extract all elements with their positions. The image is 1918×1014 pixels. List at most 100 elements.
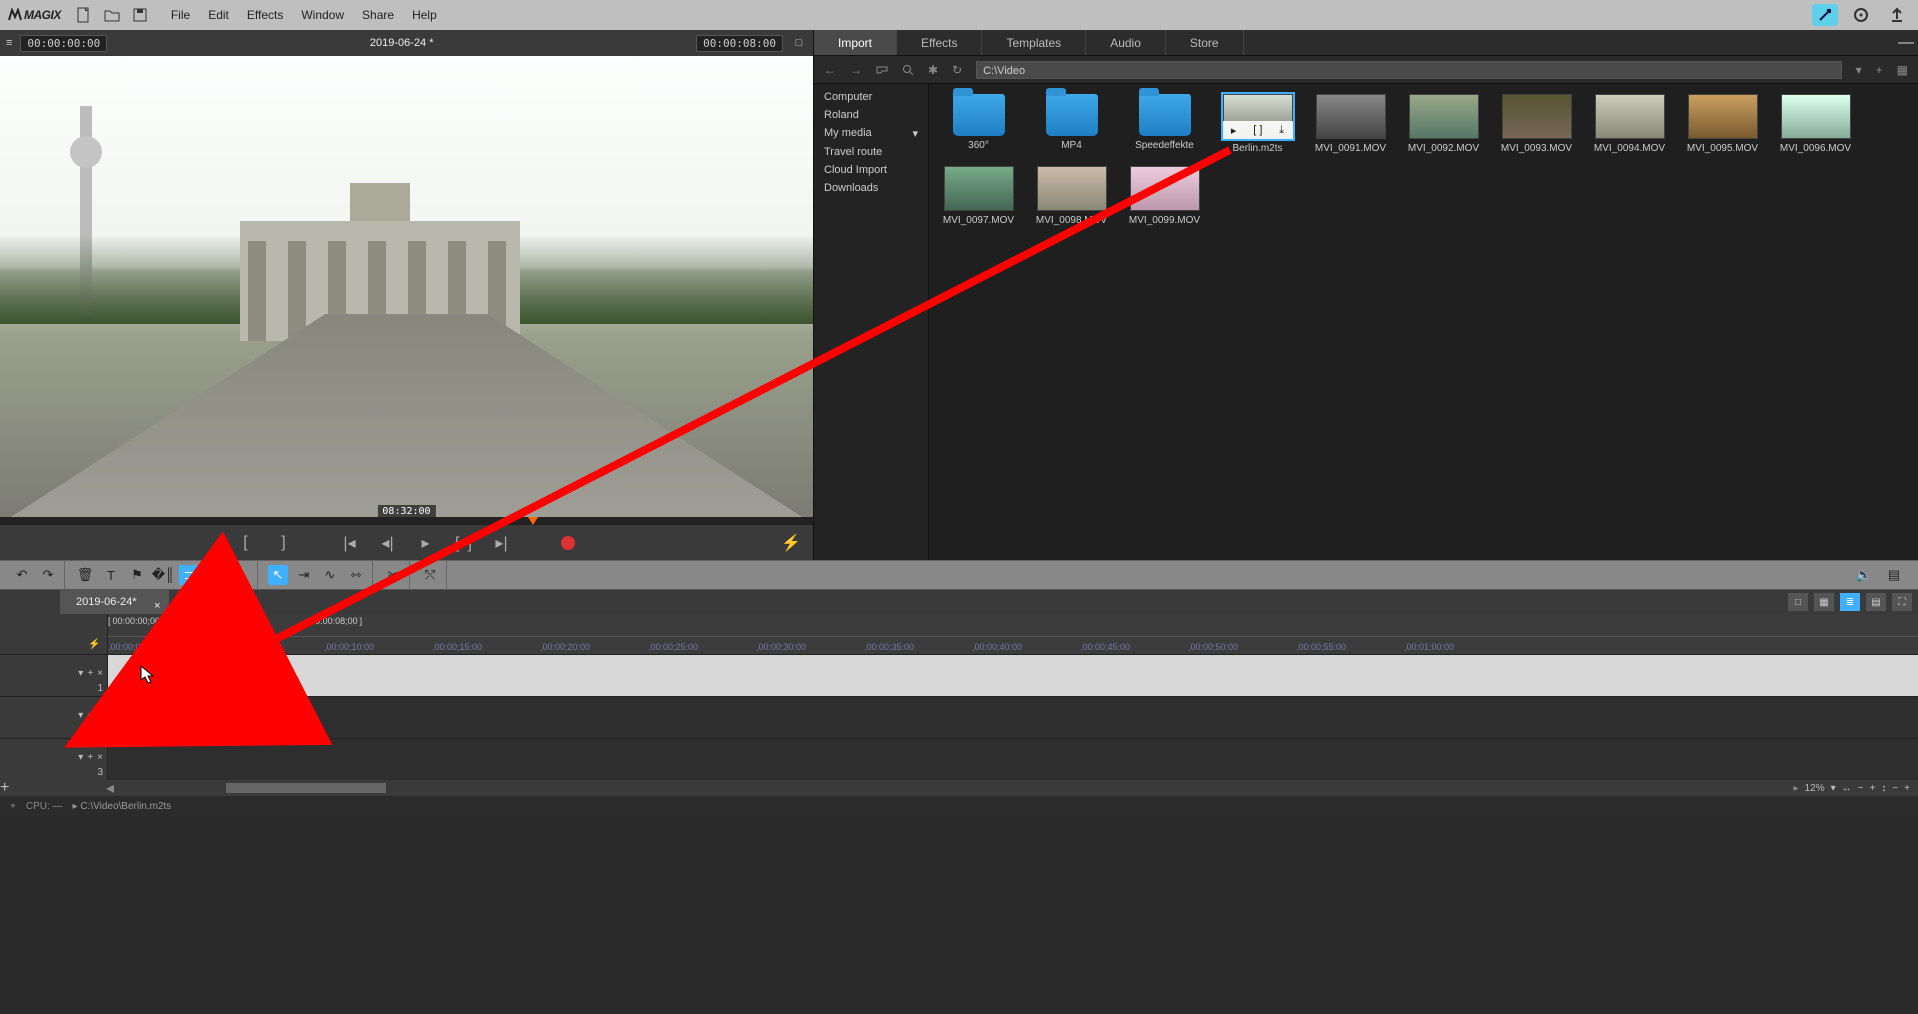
record-icon[interactable] xyxy=(558,533,578,553)
prev-frame-icon[interactable]: ◂| xyxy=(378,533,398,553)
clip-item[interactable]: ▸[ ]⤓Berlin.m2ts xyxy=(1220,94,1295,154)
mark-out-icon[interactable]: ] xyxy=(274,533,294,553)
delete-icon[interactable]: 🗑 xyxy=(75,565,95,585)
track-lane[interactable] xyxy=(108,739,1918,780)
mixer-icon[interactable]: ▤ xyxy=(1884,565,1904,585)
side-travel[interactable]: Travel route xyxy=(814,143,928,161)
play-range-icon[interactable]: [▸] xyxy=(454,533,474,553)
track-collapse-icon[interactable]: ▾ xyxy=(78,752,83,763)
track-add-icon[interactable]: + xyxy=(87,710,93,721)
tab-store[interactable]: Store xyxy=(1166,30,1244,55)
go-start-icon[interactable]: |◂ xyxy=(340,533,360,553)
clip-item[interactable]: MVI_0091.MOV xyxy=(1313,94,1388,154)
tab-effects[interactable]: Effects xyxy=(897,30,982,55)
view-multi-icon[interactable]: ▤ xyxy=(1866,593,1886,611)
side-mymedia[interactable]: My media▾ xyxy=(814,124,928,143)
side-roland[interactable]: Roland xyxy=(814,106,928,124)
undo-icon[interactable]: ↶ xyxy=(12,565,32,585)
new-doc-icon[interactable] xyxy=(75,6,93,24)
insert-icon[interactable]: ⤲ xyxy=(420,565,440,585)
project-tab[interactable]: 2019-06-24* × xyxy=(60,590,169,614)
clip-item[interactable]: MVI_0097.MOV xyxy=(941,166,1016,226)
nav-back-icon[interactable]: ← xyxy=(824,63,836,77)
gear-icon[interactable]: ✱ xyxy=(928,63,938,77)
folder-item[interactable]: Speedeffekte xyxy=(1127,94,1202,154)
left-timecode[interactable]: 00:00:00:00 xyxy=(20,35,107,52)
track-close-icon[interactable]: × xyxy=(97,710,103,721)
status-add-icon[interactable]: + xyxy=(10,801,16,812)
arrow-tool-icon[interactable]: ↖ xyxy=(268,565,288,585)
timeline-track[interactable]: ▾+×2 xyxy=(0,696,1918,738)
side-computer[interactable]: Computer xyxy=(814,88,928,106)
menu-help[interactable]: Help xyxy=(412,8,437,22)
timeline-track[interactable]: ▾+×3 xyxy=(0,738,1918,780)
add-track-icon[interactable]: + xyxy=(0,779,6,797)
redo-icon[interactable]: ↷ xyxy=(38,565,58,585)
clip-item[interactable]: MVI_0096.MOV xyxy=(1778,94,1853,154)
curve-tool-icon[interactable]: ∿ xyxy=(320,565,340,585)
track-close-icon[interactable]: × xyxy=(97,752,103,763)
track-lane[interactable] xyxy=(108,697,1918,738)
view-scene-icon[interactable]: □ xyxy=(1788,593,1808,611)
tab-audio[interactable]: Audio xyxy=(1086,30,1166,55)
track-close-icon[interactable]: × xyxy=(97,668,103,679)
open-folder-icon[interactable] xyxy=(103,6,121,24)
track-header[interactable]: ▾+×1 xyxy=(0,655,108,696)
disc-icon[interactable] xyxy=(1848,4,1874,26)
zoom-fit-h-icon[interactable]: ↔ xyxy=(1842,783,1852,794)
track-perf-icon[interactable]: ⚡ xyxy=(88,639,100,650)
panel-min-icon[interactable]: — xyxy=(1894,30,1918,55)
snap-icon[interactable]: ⊐ xyxy=(179,565,199,585)
mx-action-icon[interactable] xyxy=(1812,4,1838,26)
mark-in-icon[interactable]: [ xyxy=(236,533,256,553)
nav-fwd-icon[interactable]: → xyxy=(850,63,862,77)
folder-item[interactable]: 360° xyxy=(941,94,1016,154)
group-icon[interactable]: ∞ xyxy=(231,565,251,585)
zoom-out-v-icon[interactable]: − xyxy=(1892,783,1898,794)
clip-item[interactable]: MVI_0099.MOV xyxy=(1127,166,1202,226)
tab-templates[interactable]: Templates xyxy=(982,30,1086,55)
chapter-icon[interactable]: �║ xyxy=(153,565,173,585)
link-icon[interactable]: 🔗 xyxy=(205,565,225,585)
track-add-icon[interactable]: + xyxy=(87,752,93,763)
mute-icon[interactable]: 🔈 xyxy=(1854,565,1874,585)
zoom-pct[interactable]: 12% xyxy=(1805,783,1825,794)
zoom-in-v-icon[interactable]: + xyxy=(1904,783,1910,794)
track-header[interactable]: ▾+×3 xyxy=(0,739,108,780)
timeline-ruler[interactable]: [00:00:00;00 00:00:08;00] ,00:00;00:00,0… xyxy=(108,614,1918,654)
play-icon[interactable]: ▸ xyxy=(416,533,436,553)
right-timecode[interactable]: 00:00:08:00 xyxy=(696,35,783,52)
track-collapse-icon[interactable]: ▾ xyxy=(78,710,83,721)
cut-icon[interactable]: ✂ xyxy=(383,565,403,585)
add-tab-icon[interactable]: + ▾ xyxy=(169,596,200,609)
tab-import[interactable]: Import xyxy=(814,30,897,55)
menu-window[interactable]: Window xyxy=(301,8,344,22)
hamburger-icon[interactable]: ≡ xyxy=(6,37,12,49)
view-story-icon[interactable]: ▦ xyxy=(1814,593,1834,611)
menu-file[interactable]: File xyxy=(171,8,190,22)
go-end-icon[interactable]: ▸| xyxy=(492,533,512,553)
side-downloads[interactable]: Downloads xyxy=(814,179,928,197)
video-monitor[interactable]: 08:32:00 xyxy=(0,56,813,524)
save-icon[interactable] xyxy=(131,6,149,24)
path-field[interactable]: C:\Video xyxy=(976,61,1841,79)
clip-item[interactable]: MVI_0093.MOV xyxy=(1499,94,1574,154)
preview-close-icon[interactable]: □ xyxy=(791,37,807,49)
menu-effects[interactable]: Effects xyxy=(247,8,283,22)
folder-item[interactable]: MP4 xyxy=(1034,94,1109,154)
perf-icon[interactable]: ⚡ xyxy=(781,533,801,553)
nav-up-icon[interactable] xyxy=(876,64,888,76)
track-header[interactable]: ▾+×2 xyxy=(0,697,108,738)
menu-edit[interactable]: Edit xyxy=(208,8,229,22)
search-icon[interactable] xyxy=(902,64,914,76)
add-media-icon[interactable]: + xyxy=(1876,63,1883,77)
title-icon[interactable]: T xyxy=(101,565,121,585)
zoom-in-icon[interactable]: + xyxy=(1869,783,1875,794)
refresh-icon[interactable]: ↻ xyxy=(952,63,962,77)
upload-icon[interactable] xyxy=(1884,4,1910,26)
zoom-fit-v-icon[interactable]: ↕ xyxy=(1881,783,1886,794)
view-timeline-icon[interactable]: ≣ xyxy=(1840,593,1860,611)
zoom-out-icon[interactable]: − xyxy=(1858,783,1864,794)
clip-item[interactable]: MVI_0094.MOV xyxy=(1592,94,1667,154)
track-lane[interactable] xyxy=(108,655,1918,696)
